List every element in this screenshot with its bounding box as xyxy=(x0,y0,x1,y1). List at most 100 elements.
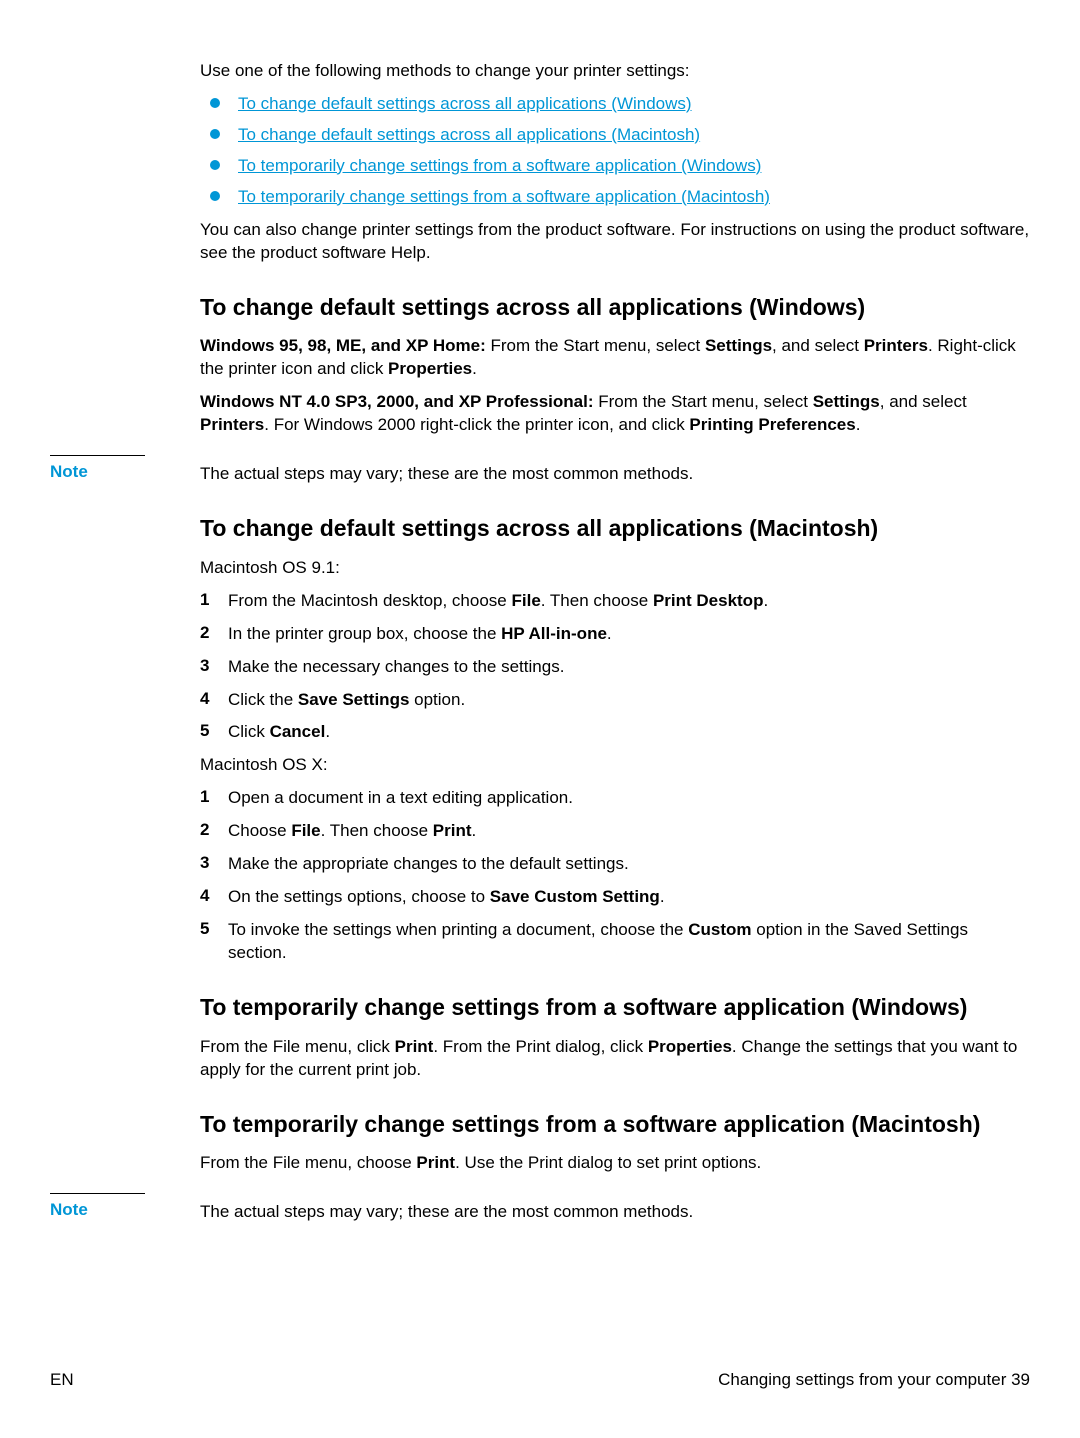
steps-os91: 1From the Macintosh desktop, choose File… xyxy=(200,590,1030,745)
bold-text: Save Custom Setting xyxy=(490,887,660,906)
list-item: To temporarily change settings from a so… xyxy=(200,186,1030,209)
step-item: 5Click Cancel. xyxy=(200,721,1030,744)
note-block: Note The actual steps may vary; these ar… xyxy=(50,1193,1030,1224)
text: . xyxy=(472,359,477,378)
step-text: Choose File. Then choose Print. xyxy=(228,820,1030,843)
link-temp-windows[interactable]: To temporarily change settings from a so… xyxy=(238,155,761,178)
text: . Then choose xyxy=(321,821,433,840)
text: option. xyxy=(409,690,465,709)
step-number: 4 xyxy=(200,886,228,906)
step-item: 3Make the appropriate changes to the def… xyxy=(200,853,1030,876)
link-default-macintosh[interactable]: To change default settings across all ap… xyxy=(238,124,700,147)
footer-right: Changing settings from your computer 39 xyxy=(718,1370,1030,1390)
step-item: 2In the printer group box, choose the HP… xyxy=(200,623,1030,646)
step-item: 4Click the Save Settings option. xyxy=(200,689,1030,712)
bold-text: Settings xyxy=(813,392,880,411)
bold-text: Windows 95, 98, ME, and XP Home: xyxy=(200,336,491,355)
text: . xyxy=(607,624,612,643)
text: Click xyxy=(228,722,270,741)
step-item: 1From the Macintosh desktop, choose File… xyxy=(200,590,1030,613)
note-rule xyxy=(50,1193,145,1194)
step-text: In the printer group box, choose the HP … xyxy=(228,623,1030,646)
intro-text: Use one of the following methods to chan… xyxy=(200,60,1030,83)
bold-text: Printing Preferences xyxy=(689,415,855,434)
step-text: To invoke the settings when printing a d… xyxy=(228,919,1030,965)
step-item: 2Choose File. Then choose Print. xyxy=(200,820,1030,843)
step-number: 1 xyxy=(200,590,228,610)
text: . Then choose xyxy=(541,591,653,610)
para-win-9x: Windows 95, 98, ME, and XP Home: From th… xyxy=(200,335,1030,381)
text: . Use the Print dialog to set print opti… xyxy=(455,1153,761,1172)
bold-text: Settings xyxy=(705,336,772,355)
bold-text: Cancel xyxy=(270,722,326,741)
list-item: To change default settings across all ap… xyxy=(200,124,1030,147)
bold-text: Windows NT 4.0 SP3, 2000, and XP Profess… xyxy=(200,392,598,411)
step-number: 3 xyxy=(200,656,228,676)
note-label-wrap: Note xyxy=(50,455,200,482)
heading-default-macintosh: To change default settings across all ap… xyxy=(200,514,1030,543)
bold-text: Custom xyxy=(688,920,751,939)
text: To invoke the settings when printing a d… xyxy=(228,920,688,939)
content-column: Use one of the following methods to chan… xyxy=(200,60,1030,1224)
document-page: Use one of the following methods to chan… xyxy=(0,0,1080,1438)
bold-text: File xyxy=(511,591,540,610)
heading-default-windows: To change default settings across all ap… xyxy=(200,293,1030,322)
bullet-icon xyxy=(210,129,220,139)
link-temp-macintosh[interactable]: To temporarily change settings from a so… xyxy=(238,186,770,209)
text: Choose xyxy=(228,821,291,840)
steps-osx: 1Open a document in a text editing appli… xyxy=(200,787,1030,965)
subhead-osx: Macintosh OS X: xyxy=(200,754,1030,777)
step-number: 4 xyxy=(200,689,228,709)
text: . For Windows 2000 right-click the print… xyxy=(264,415,689,434)
bullet-icon xyxy=(210,160,220,170)
text: , and select xyxy=(880,392,967,411)
text: From the File menu, click xyxy=(200,1037,395,1056)
list-item: To change default settings across all ap… xyxy=(200,93,1030,116)
text: . xyxy=(856,415,861,434)
step-item: 1Open a document in a text editing appli… xyxy=(200,787,1030,810)
note-text: The actual steps may vary; these are the… xyxy=(200,1193,1030,1224)
text: In the printer group box, choose the xyxy=(228,624,501,643)
footer-section-title: Changing settings from your computer xyxy=(718,1370,1011,1389)
step-number: 5 xyxy=(200,721,228,741)
page-number: 39 xyxy=(1011,1370,1030,1389)
step-text: Make the appropriate changes to the defa… xyxy=(228,853,1030,876)
text: From the Start menu, select xyxy=(491,336,705,355)
heading-temp-macintosh: To temporarily change settings from a so… xyxy=(200,1110,1030,1139)
bold-text: Print xyxy=(395,1037,434,1056)
text: . xyxy=(763,591,768,610)
subhead-os91: Macintosh OS 9.1: xyxy=(200,557,1030,580)
page-footer: EN Changing settings from your computer … xyxy=(50,1370,1030,1390)
bold-text: HP All-in-one xyxy=(501,624,607,643)
text: On the settings options, choose to xyxy=(228,887,490,906)
heading-temp-windows: To temporarily change settings from a so… xyxy=(200,993,1030,1022)
bullet-icon xyxy=(210,98,220,108)
text: Click the xyxy=(228,690,298,709)
bullet-icon xyxy=(210,191,220,201)
note-block: Note The actual steps may vary; these ar… xyxy=(50,455,1030,486)
post-bullets-text: You can also change printer settings fro… xyxy=(200,219,1030,265)
step-number: 5 xyxy=(200,919,228,939)
text: From the Start menu, select xyxy=(598,392,812,411)
bold-text: Save Settings xyxy=(298,690,410,709)
step-text: Make the necessary changes to the settin… xyxy=(228,656,1030,679)
para-temp-macintosh: From the File menu, choose Print. Use th… xyxy=(200,1152,1030,1175)
step-number: 3 xyxy=(200,853,228,873)
text: . xyxy=(472,821,477,840)
list-item: To temporarily change settings from a so… xyxy=(200,155,1030,178)
link-default-windows[interactable]: To change default settings across all ap… xyxy=(238,93,692,116)
text: . xyxy=(660,887,665,906)
step-text: Click Cancel. xyxy=(228,721,1030,744)
bold-text: Printers xyxy=(200,415,264,434)
note-label-wrap: Note xyxy=(50,1193,200,1220)
bold-text: Print Desktop xyxy=(653,591,764,610)
bold-text: Print xyxy=(433,821,472,840)
step-text: Click the Save Settings option. xyxy=(228,689,1030,712)
text: . xyxy=(325,722,330,741)
bold-text: Properties xyxy=(388,359,472,378)
note-label: Note xyxy=(50,462,88,481)
step-text: Open a document in a text editing applic… xyxy=(228,787,1030,810)
text: From the Macintosh desktop, choose xyxy=(228,591,511,610)
step-item: 4On the settings options, choose to Save… xyxy=(200,886,1030,909)
note-text: The actual steps may vary; these are the… xyxy=(200,455,1030,486)
